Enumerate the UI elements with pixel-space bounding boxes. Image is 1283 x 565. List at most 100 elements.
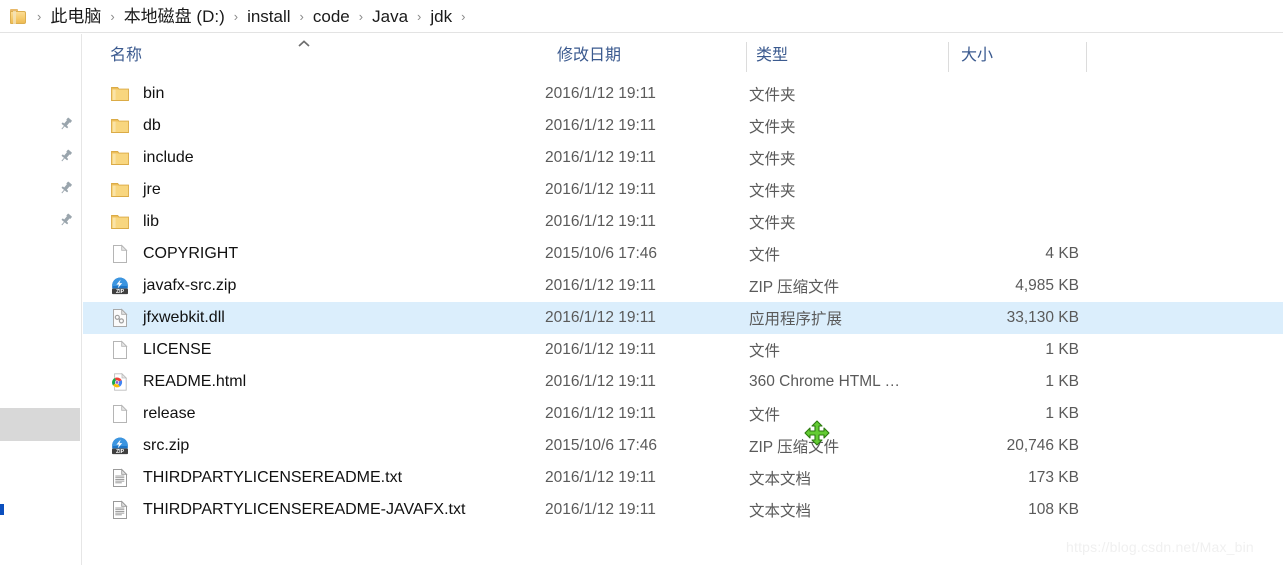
breadcrumb-separator-icon[interactable]: › bbox=[110, 10, 114, 23]
table-row[interactable]: THIRDPARTYLICENSEREADME-JAVAFX.txt 2016/1… bbox=[83, 494, 1283, 526]
breadcrumb-separator-icon[interactable]: › bbox=[300, 10, 304, 23]
chrome360-html-icon bbox=[110, 372, 130, 392]
table-row[interactable]: THIRDPARTYLICENSEREADME.txt 2016/1/12 19:… bbox=[83, 462, 1283, 494]
cell-type: 文件夹 bbox=[749, 119, 796, 136]
cell-date: 2016/1/12 19:11 bbox=[545, 277, 656, 294]
file-name-label: COPYRIGHT bbox=[143, 245, 239, 262]
cell-size: 20,746 KB bbox=[1006, 437, 1079, 454]
cell-size: 4 KB bbox=[1045, 245, 1079, 262]
breadcrumb-item[interactable]: jdk bbox=[429, 6, 453, 27]
cell-type: 文件夹 bbox=[749, 183, 796, 200]
cell-type: 文本文档 bbox=[749, 471, 812, 488]
file-name-label: LICENSE bbox=[143, 341, 212, 358]
cell-name[interactable]: bin bbox=[83, 78, 545, 110]
cell-type: 文件 bbox=[749, 343, 781, 360]
breadcrumb-separator-icon[interactable]: › bbox=[359, 10, 363, 23]
breadcrumb-separator-icon[interactable]: › bbox=[234, 10, 238, 23]
table-row[interactable]: jre 2016/1/12 19:11 文件夹 bbox=[83, 174, 1283, 206]
cell-date: 2016/1/12 19:11 bbox=[545, 117, 656, 134]
table-row[interactable]: ZIP src.zip 2015/10/6 17:46 ZIP 压缩文件 20,746 … bbox=[83, 430, 1283, 462]
breadcrumb-item[interactable]: install bbox=[246, 6, 291, 27]
cell-size: 33,130 KB bbox=[1006, 309, 1079, 326]
watermark: https://blog.csdn.net/Max_bin bbox=[1066, 539, 1254, 555]
table-row[interactable]: bin 2016/1/12 19:11 文件夹 bbox=[83, 78, 1283, 110]
cell-type: ZIP 压缩文件 bbox=[749, 279, 840, 296]
breadcrumb-separator-icon[interactable]: › bbox=[417, 10, 421, 23]
file-name-label: jre bbox=[143, 181, 161, 198]
table-row[interactable]: COPYRIGHT 2015/10/6 17:46 文件 4 KB bbox=[83, 238, 1283, 270]
cell-name[interactable]: README.html bbox=[83, 366, 545, 398]
cell-date: 2016/1/12 19:11 bbox=[545, 501, 656, 518]
cell-name[interactable]: db bbox=[83, 110, 545, 142]
breadcrumb-item[interactable]: Java bbox=[371, 6, 409, 27]
column-divider[interactable] bbox=[1086, 42, 1087, 72]
cell-size bbox=[949, 142, 1084, 174]
cell-type: 应用程序扩展 bbox=[749, 311, 843, 328]
column-header-label: 类型 bbox=[756, 47, 789, 64]
navigation-pane[interactable] bbox=[0, 34, 82, 565]
address-bar[interactable]: › 此电脑 › 本地磁盘 (D:) › install › code › Java › jdk › bbox=[0, 0, 1283, 33]
cell-name[interactable]: jre bbox=[83, 174, 545, 206]
column-header-label: 修改日期 bbox=[557, 47, 622, 64]
column-header-date[interactable]: 修改日期 bbox=[557, 34, 747, 78]
nav-highlight-block bbox=[0, 408, 80, 441]
cell-name[interactable]: release bbox=[83, 398, 545, 430]
cell-type: 文件夹 bbox=[749, 215, 796, 232]
zip-icon: ZIP bbox=[110, 276, 130, 296]
cell-name[interactable]: THIRDPARTYLICENSEREADME.txt bbox=[83, 462, 545, 494]
breadcrumb-item[interactable]: 本地磁盘 (D:) bbox=[123, 6, 226, 27]
table-row[interactable]: db 2016/1/12 19:11 文件夹 bbox=[83, 110, 1283, 142]
pin-icon[interactable] bbox=[58, 116, 74, 132]
pin-icon[interactable] bbox=[58, 180, 74, 196]
table-row[interactable]: LICENSE 2016/1/12 19:11 文件 1 KB bbox=[83, 334, 1283, 366]
breadcrumb-item[interactable]: 此电脑 bbox=[49, 6, 102, 27]
cell-size bbox=[949, 110, 1084, 142]
cell-name[interactable]: LICENSE bbox=[83, 334, 545, 366]
blank-file-icon bbox=[110, 244, 130, 264]
table-row[interactable]: release 2016/1/12 19:11 文件 1 KB bbox=[83, 398, 1283, 430]
cell-name[interactable]: THIRDPARTYLICENSEREADME-JAVAFX.txt bbox=[83, 494, 545, 526]
text-file-icon bbox=[110, 468, 130, 488]
file-rows[interactable]: bin 2016/1/12 19:11 文件夹 db 2016/1/12 19:11 文件… bbox=[83, 78, 1283, 526]
pin-icon[interactable] bbox=[58, 212, 74, 228]
column-header-size[interactable]: 大小 bbox=[961, 34, 1081, 78]
column-divider[interactable] bbox=[746, 42, 747, 72]
cell-date: 2016/1/12 19:11 bbox=[545, 341, 656, 358]
file-name-label: jfxwebkit.dll bbox=[143, 309, 225, 326]
cell-name[interactable]: ZIP javafx-src.zip bbox=[83, 270, 545, 302]
cell-size: 4,985 KB bbox=[1015, 277, 1079, 294]
cell-date: 2016/1/12 19:11 bbox=[545, 213, 656, 230]
nav-blue-marker bbox=[0, 504, 4, 515]
column-header-type[interactable]: 类型 bbox=[756, 34, 946, 78]
folder-icon bbox=[110, 148, 130, 168]
table-row[interactable]: README.html 2016/1/12 19:11 360 Chrome HTM… bbox=[83, 366, 1283, 398]
cell-name[interactable]: ZIP src.zip bbox=[83, 430, 545, 462]
column-header-row[interactable]: 名称 修改日期 类型 大小 bbox=[83, 34, 1283, 78]
cell-size: 108 KB bbox=[1028, 501, 1079, 518]
column-header-label: 名称 bbox=[110, 47, 143, 64]
cell-name[interactable]: lib bbox=[83, 206, 545, 238]
breadcrumb-separator-icon[interactable]: › bbox=[461, 10, 465, 23]
cell-name[interactable]: jfxwebkit.dll bbox=[83, 302, 545, 334]
cell-name[interactable]: COPYRIGHT bbox=[83, 238, 545, 270]
table-row[interactable]: lib 2016/1/12 19:11 文件夹 bbox=[83, 206, 1283, 238]
file-name-label: javafx-src.zip bbox=[143, 277, 237, 294]
file-name-label: db bbox=[143, 117, 161, 134]
svg-text:ZIP: ZIP bbox=[116, 289, 125, 295]
cell-size: 1 KB bbox=[1045, 341, 1079, 358]
cell-date: 2016/1/12 19:11 bbox=[545, 309, 656, 326]
column-divider[interactable] bbox=[948, 42, 949, 72]
folder-icon bbox=[110, 180, 130, 200]
cell-name[interactable]: include bbox=[83, 142, 545, 174]
cell-size bbox=[949, 78, 1084, 110]
cell-type: ZIP 压缩文件 bbox=[749, 439, 840, 456]
breadcrumb-separator-icon[interactable]: › bbox=[37, 10, 41, 23]
column-header-name[interactable]: 名称 bbox=[110, 34, 545, 78]
pin-icon[interactable] bbox=[58, 148, 74, 164]
file-name-label: THIRDPARTYLICENSEREADME.txt bbox=[143, 469, 403, 486]
table-row[interactable]: ZIP javafx-src.zip 2016/1/12 19:11 ZIP 压缩文件… bbox=[83, 270, 1283, 302]
breadcrumb-item[interactable]: code bbox=[312, 6, 351, 27]
table-row[interactable]: jfxwebkit.dll 2016/1/12 19:11 应用程序扩展 33,130… bbox=[83, 302, 1283, 334]
table-row[interactable]: include 2016/1/12 19:11 文件夹 bbox=[83, 142, 1283, 174]
file-list-area[interactable]: 名称 修改日期 类型 大小 bin 2016/1/12 19:11 文件夹 db 2016/1… bbox=[83, 34, 1283, 565]
